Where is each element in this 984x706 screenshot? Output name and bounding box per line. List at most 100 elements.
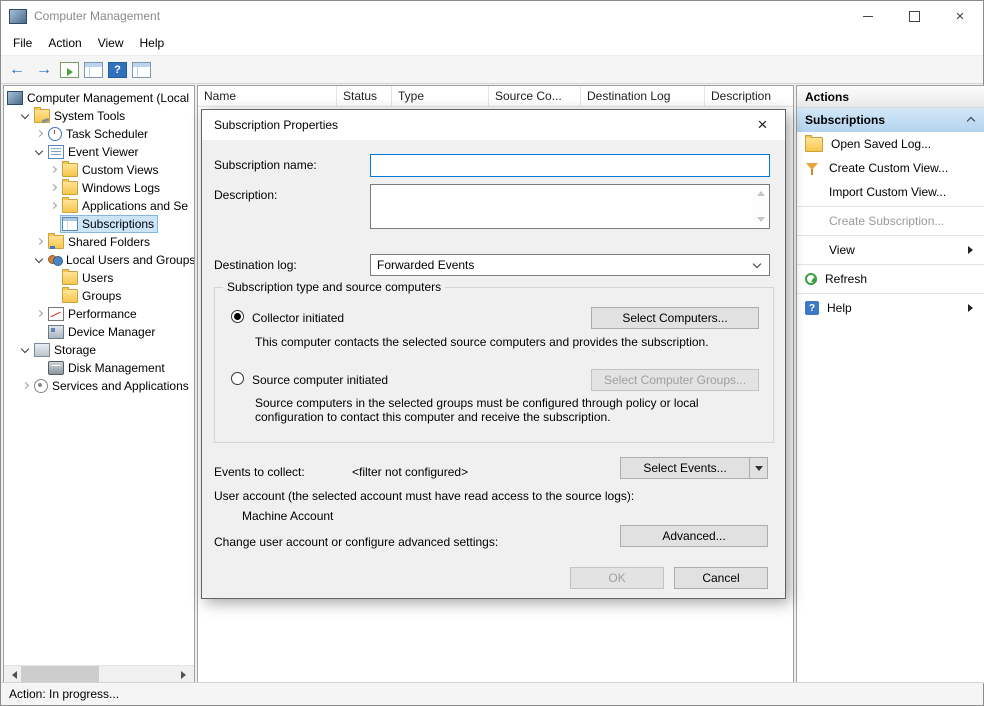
tree-item-task-scheduler[interactable]: Task Scheduler	[4, 125, 194, 143]
action-pane-icon[interactable]	[132, 62, 151, 78]
column-destination-log[interactable]: Destination Log	[581, 86, 705, 106]
console-tree-icon[interactable]	[84, 62, 103, 78]
tree-item-system-tools[interactable]: System Tools	[4, 107, 194, 125]
action-refresh[interactable]: Refresh	[797, 267, 984, 291]
tree-item-windows-logs[interactable]: Windows Logs	[4, 179, 194, 197]
select-events-dropdown-icon[interactable]	[749, 458, 767, 478]
close-icon	[956, 9, 965, 24]
dialog-close-button[interactable]	[740, 110, 785, 140]
user-account-value: Machine Account	[242, 509, 333, 523]
help-icon[interactable]	[108, 62, 127, 78]
actions-section-subscriptions[interactable]: Subscriptions	[797, 108, 984, 132]
menu-view[interactable]: View	[90, 33, 132, 53]
separator	[797, 206, 984, 207]
tree-item-applications-and-services[interactable]: Applications and Se	[4, 197, 194, 215]
chevron-spacer	[34, 327, 45, 338]
action-open-saved-log[interactable]: Open Saved Log...	[797, 132, 984, 156]
description-input[interactable]	[370, 184, 770, 229]
toolbar	[1, 55, 983, 84]
list-header: Name Status Type Source Co... Destinatio…	[198, 86, 793, 107]
tree-item-device-manager[interactable]: Device Manager	[4, 323, 194, 341]
select-events-button[interactable]: Select Events...	[620, 457, 768, 479]
collector-initiated-radio[interactable]	[231, 310, 244, 323]
action-help[interactable]: Help	[797, 296, 984, 320]
collapse-section-icon[interactable]	[966, 115, 976, 125]
window-title: Computer Management	[34, 9, 845, 23]
collector-initiated-label[interactable]: Collector initiated	[252, 311, 344, 325]
action-view[interactable]: View	[797, 238, 984, 262]
tree-item-shared-folders[interactable]: Shared Folders	[4, 233, 194, 251]
action-import-custom-view[interactable]: Import Custom View...	[797, 180, 984, 204]
storage-icon	[34, 343, 50, 357]
help-icon	[805, 301, 819, 315]
chevron-spacer	[48, 219, 59, 230]
chevron-right-icon[interactable]	[34, 129, 45, 140]
close-button[interactable]	[937, 1, 983, 31]
minimize-button[interactable]	[845, 1, 891, 31]
disk-management-icon	[48, 361, 64, 375]
tree-item-services-and-applications[interactable]: Services and Applications	[4, 377, 194, 395]
subscription-name-input[interactable]	[370, 154, 770, 177]
chevron-down-icon[interactable]	[20, 111, 31, 122]
horizontal-scrollbar[interactable]	[4, 665, 194, 683]
title-bar: Computer Management	[1, 1, 983, 31]
status-bar: Action: In progress...	[1, 682, 983, 705]
tree-item-groups[interactable]: Groups	[4, 287, 194, 305]
advanced-button[interactable]: Advanced...	[620, 525, 768, 547]
chevron-down-icon[interactable]	[34, 255, 45, 266]
create-custom-view-icon	[805, 162, 821, 175]
scroll-left-button[interactable]	[4, 666, 21, 683]
column-type[interactable]: Type	[392, 86, 489, 106]
column-source-computers[interactable]: Source Co...	[489, 86, 581, 106]
chevron-right-icon[interactable]	[48, 165, 59, 176]
computer-icon	[7, 91, 23, 105]
refresh-icon	[805, 273, 817, 285]
separator	[797, 264, 984, 265]
menu-action[interactable]: Action	[40, 33, 89, 53]
events-to-collect-label: Events to collect:	[214, 465, 305, 479]
menu-file[interactable]: File	[5, 33, 40, 53]
chevron-right-icon[interactable]	[20, 381, 31, 392]
device-manager-icon	[48, 325, 64, 339]
maximize-button[interactable]	[891, 1, 937, 31]
chevron-right-icon[interactable]	[34, 309, 45, 320]
tree-item-storage[interactable]: Storage	[4, 341, 194, 359]
menu-help[interactable]: Help	[132, 33, 173, 53]
tree-item-event-viewer[interactable]: Event Viewer	[4, 143, 194, 161]
dialog-title: Subscription Properties	[202, 118, 338, 132]
tree-item-disk-management[interactable]: Disk Management	[4, 359, 194, 377]
scrollbar-thumb[interactable]	[21, 666, 99, 683]
folder-icon	[62, 199, 78, 213]
scroll-right-button[interactable]	[177, 666, 194, 683]
export-list-icon[interactable]	[60, 62, 79, 78]
forward-icon[interactable]	[33, 59, 55, 81]
tree-item-performance[interactable]: Performance	[4, 305, 194, 323]
subscriptions-icon	[62, 217, 78, 231]
tree-item-users[interactable]: Users	[4, 269, 194, 287]
chevron-right-icon[interactable]	[48, 201, 59, 212]
chevron-spacer	[48, 273, 59, 284]
destination-log-select[interactable]: Forwarded Events	[370, 254, 770, 276]
back-icon[interactable]	[6, 59, 28, 81]
tree-item-custom-views[interactable]: Custom Views	[4, 161, 194, 179]
separator	[797, 293, 984, 294]
chevron-right-icon[interactable]	[48, 183, 59, 194]
chevron-down-icon[interactable]	[34, 147, 45, 158]
dialog-body: Subscription name: Description: Destinat…	[202, 140, 785, 597]
textbox-scrollbar[interactable]	[753, 185, 769, 228]
chevron-down-icon	[753, 261, 761, 269]
actions-header: Actions	[797, 86, 984, 108]
chevron-right-icon[interactable]	[34, 237, 45, 248]
event-viewer-icon	[48, 145, 64, 159]
source-computer-initiated-radio[interactable]	[231, 372, 244, 385]
action-create-custom-view[interactable]: Create Custom View...	[797, 156, 984, 180]
source-computer-initiated-label[interactable]: Source computer initiated	[252, 373, 388, 387]
column-name[interactable]: Name	[198, 86, 337, 106]
tree-item-computer-management[interactable]: Computer Management (Local	[4, 89, 194, 107]
column-status[interactable]: Status	[337, 86, 392, 106]
tree-item-local-users-and-groups[interactable]: Local Users and Groups	[4, 251, 194, 269]
select-computers-button[interactable]: Select Computers...	[591, 307, 759, 329]
cancel-button[interactable]: Cancel	[674, 567, 768, 589]
tree-item-subscriptions[interactable]: Subscriptions	[4, 215, 194, 233]
chevron-down-icon[interactable]	[20, 345, 31, 356]
